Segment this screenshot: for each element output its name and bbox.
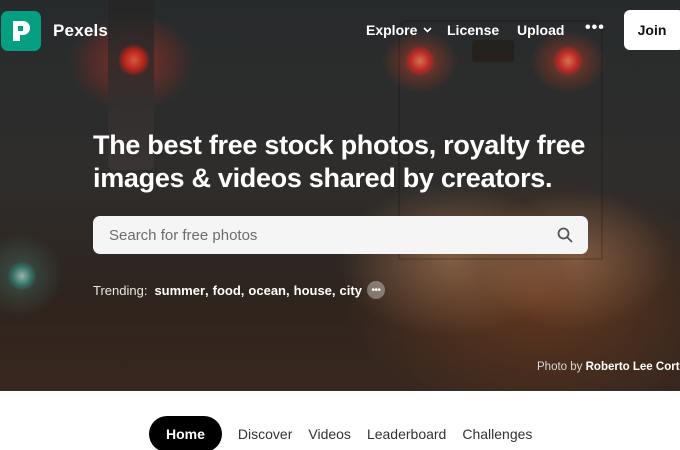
content-tabs: Home Discover Videos Leaderboard Challen… <box>149 416 548 450</box>
trending-separator: , <box>331 282 336 298</box>
tab-discover[interactable]: Discover <box>238 426 292 442</box>
hero-banner: Pexels Explore License Upload ••• Join T… <box>0 0 680 391</box>
nav-license[interactable]: License <box>447 22 499 38</box>
nav-upload[interactable]: Upload <box>517 22 564 38</box>
trending-separator: , <box>240 282 245 298</box>
trending-link-summer[interactable]: summer <box>154 283 205 298</box>
brand-name[interactable]: Pexels <box>53 21 108 41</box>
credit-prefix: Photo by <box>537 361 583 373</box>
nav-explore-label: Explore <box>366 22 418 38</box>
join-button[interactable]: Join <box>624 10 680 50</box>
nav-explore[interactable]: Explore <box>366 22 432 38</box>
search-input[interactable] <box>109 226 556 244</box>
tab-challenges[interactable]: Challenges <box>462 426 532 442</box>
pexels-logo-icon[interactable] <box>1 11 41 51</box>
tab-videos[interactable]: Videos <box>308 426 351 442</box>
credit-author-link[interactable]: Roberto Lee Corte <box>586 361 680 373</box>
tab-home[interactable]: Home <box>149 416 222 450</box>
trending-link-house[interactable]: house <box>294 283 332 298</box>
search-bar <box>93 216 588 254</box>
chevron-down-icon <box>423 27 432 33</box>
trending-row: Trending: summer, food, ocean, house, ci… <box>93 281 385 299</box>
headline-line-2: images & videos shared by creators. <box>93 163 553 193</box>
trending-label: Trending: <box>93 282 148 298</box>
tab-leaderboard[interactable]: Leaderboard <box>367 426 446 442</box>
trending-link-ocean[interactable]: ocean <box>248 283 286 298</box>
trending-link-food[interactable]: food <box>213 283 241 298</box>
more-trending-icon[interactable]: ••• <box>366 281 385 299</box>
trending-link-city[interactable]: city <box>340 283 362 298</box>
more-options-icon[interactable]: ••• <box>585 19 605 37</box>
trending-separator: , <box>286 282 290 298</box>
trending-separator: , <box>205 282 209 298</box>
hero-overlay <box>0 0 680 391</box>
headline-line-1: The best free stock photos, royalty free <box>93 130 586 160</box>
hero-headline: The best free stock photos, royalty free… <box>93 129 593 195</box>
photo-credit: Photo by Roberto Lee Corte <box>537 361 680 373</box>
search-icon[interactable] <box>556 226 574 244</box>
